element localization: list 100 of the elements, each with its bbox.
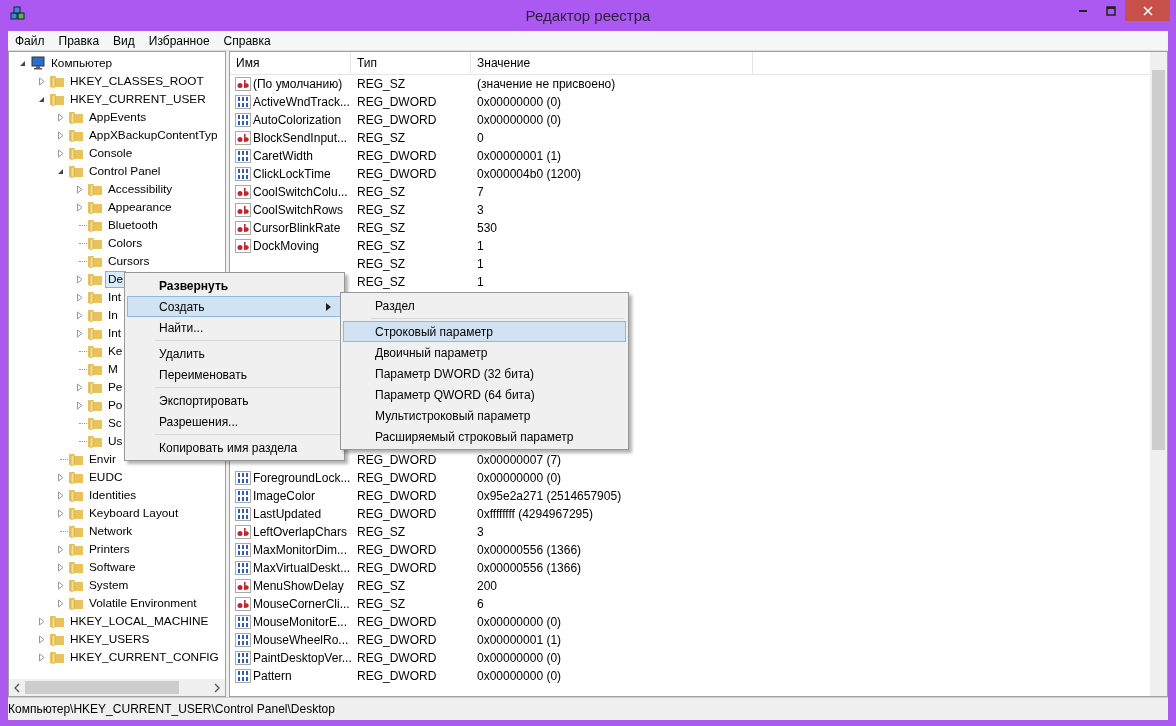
column-header[interactable]: Имя [230,52,351,74]
tree-item[interactable]: Cursors [105,252,153,270]
menu-item[interactable]: Расширяемый строковый параметр [343,426,626,447]
tree-item[interactable]: De [105,270,127,288]
menu-item[interactable]: Параметр QWORD (64 бита) [343,384,626,405]
menu-item[interactable]: Двоичный параметр [343,342,626,363]
expand-triangle-icon[interactable] [56,562,65,572]
expand-triangle-icon[interactable] [56,490,65,500]
value-name[interactable]: CursorBlinkRate [253,221,341,235]
tree-item[interactable]: Volatile Environment [86,594,200,612]
expand-triangle-icon[interactable] [56,544,65,554]
expand-triangle-icon[interactable] [37,652,46,662]
expand-triangle-icon[interactable] [75,382,84,392]
menu-item[interactable]: Раздел [343,295,626,316]
tree-item[interactable]: Colors [105,234,146,252]
vertical-scrollbar[interactable] [1150,52,1167,696]
menu-item[interactable]: Строковый параметр [343,321,626,342]
tree-item[interactable]: HKEY_CURRENT_CONFIG [67,648,222,666]
tree-item[interactable]: Printers [86,540,133,558]
value-name[interactable]: LastUpdated [253,507,322,521]
expand-triangle-icon[interactable] [56,598,65,608]
column-header[interactable]: Значение [471,52,753,74]
horizontal-scrollbar[interactable] [9,679,225,696]
tree-item[interactable]: EUDC [86,468,126,486]
menu-item[interactable]: Правка [51,33,107,48]
value-name[interactable]: ForegroundLock... [253,471,351,485]
value-name[interactable]: CoolSwitchColu... [253,185,348,199]
value-name[interactable]: MouseMonitorE... [253,615,348,629]
value-name[interactable]: BlockSendInput... [253,131,348,145]
tree-item[interactable]: HKEY_CURRENT_USER [67,90,209,108]
value-name[interactable]: PaintDesktopVer... [253,651,351,665]
value-name[interactable]: MaxMonitorDim... [253,543,347,557]
expand-triangle-icon[interactable] [56,580,65,590]
value-name[interactable]: CaretWidth [253,149,314,163]
tree-item[interactable]: Pe [105,378,126,396]
tree-item[interactable]: HKEY_CLASSES_ROOT [67,72,207,90]
chevron-right-icon[interactable] [213,682,221,693]
tree-item[interactable]: AppXBackupContentTyp [86,126,221,144]
expand-triangle-icon[interactable] [37,616,46,626]
tree-item[interactable]: HKEY_USERS [67,630,153,648]
expand-triangle-icon[interactable] [56,472,65,482]
value-name[interactable]: CoolSwitchRows [253,203,344,217]
expand-triangle-icon[interactable] [75,292,84,302]
tree-item[interactable]: Bluetooth [105,216,161,234]
tree-item[interactable]: Software [86,558,139,576]
menu-item[interactable]: Копировать имя раздела [127,437,342,458]
tree-item[interactable]: In [105,306,121,324]
tree-item[interactable]: Us [105,432,126,450]
close-button[interactable] [1125,0,1170,21]
expand-triangle-icon[interactable] [56,148,65,158]
expand-triangle-icon[interactable] [75,328,84,338]
expand-triangle-icon[interactable] [75,310,84,320]
menu-item[interactable]: Создать [127,296,342,317]
value-name[interactable]: ImageColor [253,489,316,503]
value-name[interactable]: MaxVirtualDeskt... [253,561,351,575]
menu-item[interactable]: Параметр DWORD (32 бита) [343,363,626,384]
menu-item[interactable]: Удалить [127,343,342,364]
expand-triangle-icon[interactable] [37,634,46,644]
value-name[interactable]: MouseCornerCli... [253,597,350,611]
menu-item[interactable]: Разрешения... [127,411,342,432]
expand-triangle-icon[interactable] [56,130,65,140]
expand-triangle-icon[interactable] [56,112,65,122]
tree-item[interactable]: Identities [86,486,140,504]
menu-item[interactable]: Развернуть [127,275,342,296]
tree-item[interactable]: Console [86,144,136,162]
column-header[interactable]: Тип [351,52,471,74]
expand-triangle-icon[interactable] [75,274,84,284]
menu-item[interactable]: Переименовать [127,364,342,385]
value-name[interactable]: MenuShowDelay [253,579,344,593]
value-name[interactable]: ActiveWndTrack... [253,95,350,109]
expand-triangle-icon[interactable] [37,76,46,86]
tree-item[interactable]: Sc [105,414,125,432]
menu-item[interactable]: Избранное [141,33,217,48]
value-name[interactable]: (По умолчанию) [253,77,343,91]
menu-item[interactable]: Файл [8,33,52,48]
value-name[interactable]: DockMoving [253,239,320,253]
tree-item[interactable]: HKEY_LOCAL_MACHINE [67,612,212,630]
tree-item[interactable]: Компьютер [48,54,116,72]
tree-item[interactable]: System [86,576,132,594]
value-name[interactable]: LeftOverlapChars [253,525,348,539]
tree-item[interactable]: Appearance [105,198,175,216]
tree-item[interactable]: AppEvents [86,108,150,126]
menu-item[interactable]: Справка [216,33,278,48]
menu-item[interactable]: Мультистроковый параметр [343,405,626,426]
tree-item[interactable]: Network [86,522,136,540]
tree-item[interactable]: Accessibility [105,180,176,198]
tree-item[interactable]: Keyboard Layout [86,504,182,522]
tree-item[interactable]: Control Panel [86,162,164,180]
menu-item[interactable]: Экспортировать [127,390,342,411]
tree-item[interactable]: Int [105,324,125,342]
tree-item[interactable]: Int [105,288,125,306]
value-name[interactable]: MouseWheelRo... [253,633,349,647]
tree-item[interactable]: Ke [105,342,126,360]
expand-triangle-icon[interactable] [75,202,84,212]
tree-item[interactable]: M [105,360,121,378]
scrollbar-thumb[interactable] [1152,70,1165,450]
value-name[interactable]: ClickLockTime [253,167,331,181]
menu-item[interactable]: Вид [106,33,142,48]
expand-triangle-icon[interactable] [75,400,84,410]
tree-item[interactable]: Po [105,396,126,414]
